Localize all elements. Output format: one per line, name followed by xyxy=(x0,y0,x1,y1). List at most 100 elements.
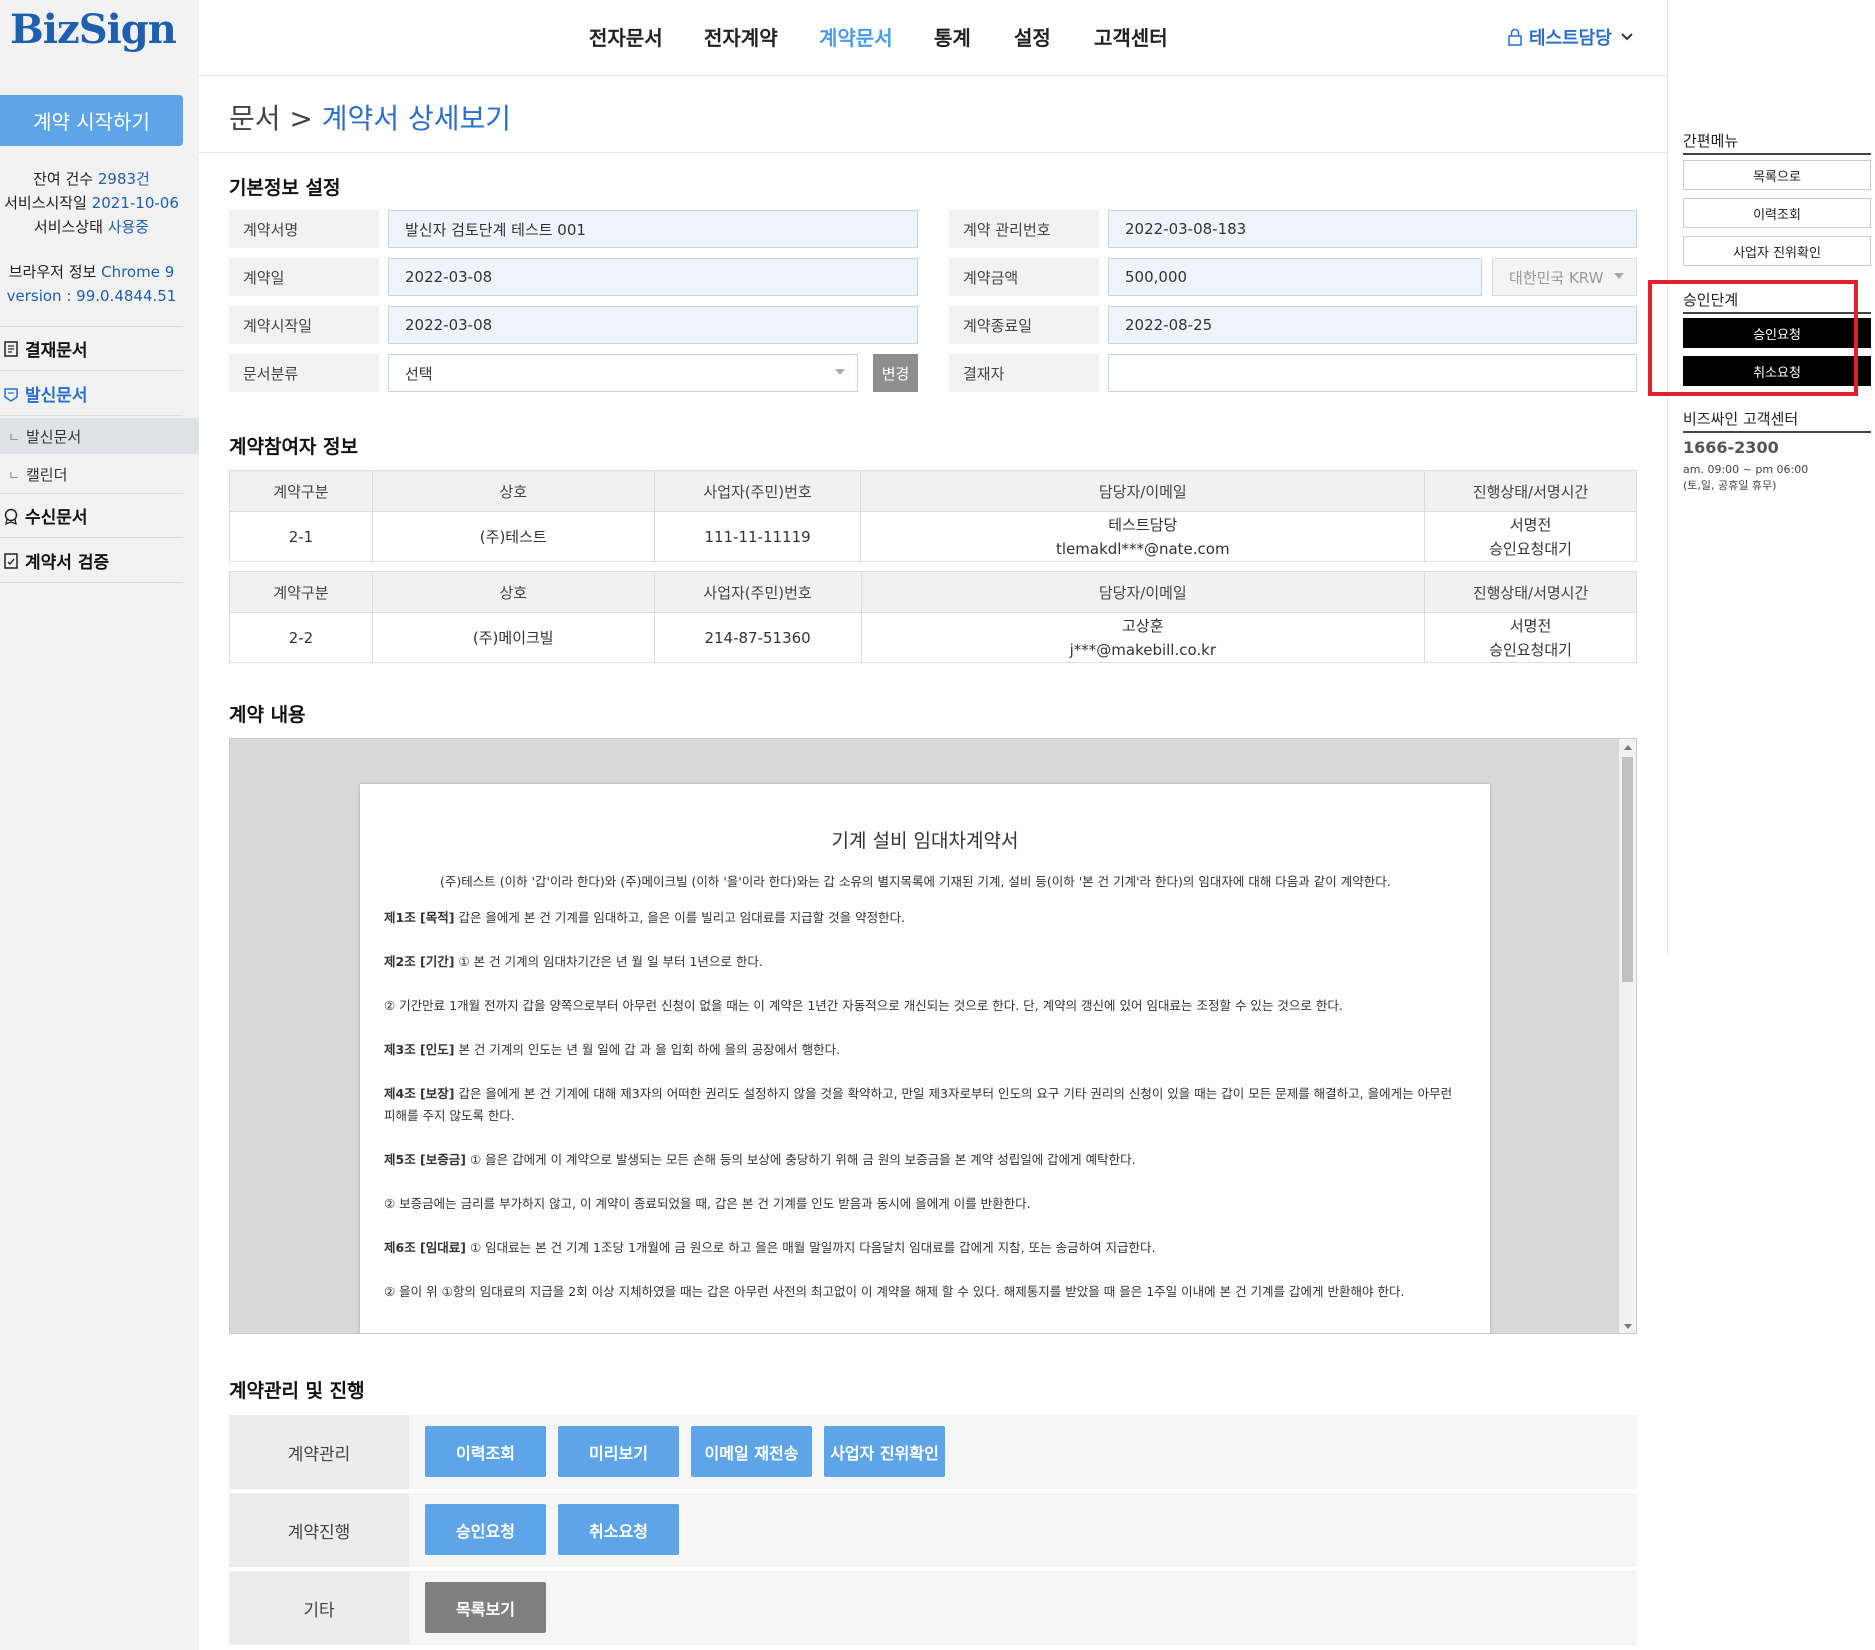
cell-status: 서명전 승인요청대기 xyxy=(1424,511,1637,562)
sidebar-item-sent-docs[interactable]: 발신문서 xyxy=(0,372,183,416)
document-scrollbar[interactable] xyxy=(1619,739,1636,1333)
article-heading: 제2조 [기간] xyxy=(384,954,455,969)
manager-name: 고상훈 xyxy=(1122,616,1164,635)
article-text: ② 보증금에는 금리를 부가하지 않고, 이 계약이 종료되었을 때, 갑은 본… xyxy=(384,1196,1031,1211)
preview-button[interactable]: 미리보기 xyxy=(558,1426,679,1477)
approval-stage-title: 승인단계 xyxy=(1683,289,1871,314)
article-text: (주)테스트 (이하 '갑'이라 한다)와 (주)메이크빌 (이하 '을'이라 … xyxy=(440,874,1391,889)
contract-date-label: 계약일 xyxy=(229,258,379,296)
approval-status: 승인요청대기 xyxy=(1489,539,1572,558)
breadcrumb-separator: > xyxy=(280,102,322,135)
quick-history-button[interactable]: 이력조회 xyxy=(1683,198,1871,228)
change-category-button[interactable]: 변경 xyxy=(873,354,918,392)
sidebar-item-label: 결재문서 xyxy=(25,341,88,361)
document-paragraph: 제3조 [인도] 본 건 기계의 인도는 년 월 일에 갑 과 을 입회 하에 … xyxy=(384,1039,1466,1061)
verify-document-icon xyxy=(0,550,22,572)
send-document-icon xyxy=(0,383,22,405)
col-manager: 담당자/이메일 xyxy=(860,470,1426,512)
quick-verify-business-button[interactable]: 사업자 진위확인 xyxy=(1683,236,1871,266)
breadcrumb-parent[interactable]: 문서 xyxy=(229,102,281,135)
category-select[interactable]: 선택 xyxy=(388,354,858,392)
document-viewer[interactable]: 기계 설비 임대차계약서 (주)테스트 (이하 '갑'이라 한다)와 (주)메이… xyxy=(229,738,1637,1334)
sidebar-item-approval-docs[interactable]: 결재문서 xyxy=(0,327,183,371)
sidebar-sub-calendar[interactable]: ㄴ 캘린더 xyxy=(0,456,199,492)
currency-select[interactable]: 대한민국 KRW xyxy=(1492,258,1637,296)
contract-date-input[interactable]: 2022-03-08 xyxy=(388,258,918,296)
sidebar-item-received-docs[interactable]: 수신문서 xyxy=(0,494,183,538)
nav-customer-center[interactable]: 고객센터 xyxy=(1094,22,1168,51)
quick-request-cancel-button[interactable]: 취소요청 xyxy=(1683,356,1871,386)
cell-biz-no: 214-87-51360 xyxy=(653,612,862,663)
quick-request-approval-button[interactable]: 승인요청 xyxy=(1683,318,1871,348)
approver-label: 결재자 xyxy=(949,354,1099,392)
lock-icon xyxy=(1508,28,1522,46)
nav-electronic-contract[interactable]: 전자계약 xyxy=(704,22,778,51)
bizsign-logo[interactable]: BizSign xyxy=(10,6,177,53)
manager-email: tlemakdl***@nate.com xyxy=(1056,539,1230,558)
scrollbar-thumb[interactable] xyxy=(1622,757,1633,982)
quick-back-to-list-button[interactable]: 목록으로 xyxy=(1683,160,1871,190)
contract-name-input[interactable]: 발신자 검토단계 테스트 001 xyxy=(388,210,918,248)
amount-input[interactable]: 500,000 xyxy=(1108,258,1482,296)
chevron-down-icon xyxy=(1614,273,1624,279)
sidebar-item-verify-contract[interactable]: 계약서 검증 xyxy=(0,539,183,583)
document-paragraph: ② 기간만료 1개월 전까지 갑을 양쪽으로부터 아무런 신청이 없을 때는 이… xyxy=(384,995,1466,1017)
request-approval-button[interactable]: 승인요청 xyxy=(425,1504,546,1555)
manage-label: 계약관리 xyxy=(229,1415,409,1489)
cell-manager: 고상훈 j***@makebill.co.kr xyxy=(860,612,1426,663)
history-button[interactable]: 이력조회 xyxy=(425,1426,546,1477)
start-contract-button[interactable]: 계약 시작하기 xyxy=(0,95,183,146)
approver-input[interactable] xyxy=(1108,354,1637,392)
user-name: 테스트담당 xyxy=(1529,28,1612,49)
user-menu[interactable]: 테스트담당 xyxy=(1507,24,1640,50)
browser-info: 브라우저 정보 Chrome 9 version : 99.0.4844.51 xyxy=(0,260,183,308)
table-row: 2-2 (주)메이크빌 214-87-51360 고상훈 j***@makebil… xyxy=(229,612,1637,663)
cell-type: 2-2 xyxy=(229,612,373,663)
management-row-manage: 계약관리 이력조회 미리보기 이메일 재전송 사업자 진위확인 xyxy=(229,1415,1637,1489)
mgmt-no-input[interactable]: 2022-03-08-183 xyxy=(1108,210,1637,248)
article-text: 갑은 을에게 본 건 기계를 임대하고, 을은 이를 빌리고 임대료를 지급할 … xyxy=(454,910,906,925)
etc-label: 기타 xyxy=(229,1571,409,1645)
verify-business-button[interactable]: 사업자 진위확인 xyxy=(824,1426,945,1477)
management-row-etc: 기타 목록보기 xyxy=(229,1571,1637,1645)
nav-contract-docs[interactable]: 계약문서 xyxy=(819,22,893,51)
cell-type: 2-1 xyxy=(229,511,373,562)
browser-value: Chrome 9 xyxy=(101,263,175,281)
article-text: ② 을이 위 ①항의 임대료의 지급을 2회 이상 지체하였을 때는 갑은 아무… xyxy=(384,1284,1405,1299)
request-cancel-button[interactable]: 취소요청 xyxy=(558,1504,679,1555)
progress-label: 계약진행 xyxy=(229,1493,409,1567)
cell-company: (주)테스트 xyxy=(371,511,655,562)
scroll-down-icon[interactable] xyxy=(1624,1324,1632,1329)
scroll-up-icon[interactable] xyxy=(1624,745,1632,750)
resend-email-button[interactable]: 이메일 재전송 xyxy=(691,1426,812,1477)
nav-statistics[interactable]: 통계 xyxy=(934,22,971,51)
contract-content-title: 계약 내용 xyxy=(229,704,306,726)
end-date-input[interactable]: 2022-08-25 xyxy=(1108,306,1637,344)
sidebar-sub-sent-docs[interactable]: ㄴ 발신문서 xyxy=(0,418,199,454)
top-navigation: 전자문서 전자계약 계약문서 통계 설정 고객센터 테스트담당 xyxy=(199,0,1667,76)
start-date-input[interactable]: 2022-03-08 xyxy=(388,306,918,344)
col-company: 상호 xyxy=(371,470,655,512)
breadcrumb-current: 계약서 상세보기 xyxy=(321,102,512,135)
chevron-down-icon xyxy=(1621,33,1633,41)
col-status: 진행상태/서명시간 xyxy=(1424,470,1637,512)
article-text: ① 본 건 기계의 임대차기간은 년 월 일 부터 1년으로 한다. xyxy=(454,954,763,969)
nav-settings[interactable]: 설정 xyxy=(1014,22,1051,51)
article-text: 갑은 을에게 본 건 기계에 대해 제3자의 어떠한 권리도 설정하지 않을 것… xyxy=(384,1086,1453,1123)
list-view-button[interactable]: 목록보기 xyxy=(425,1582,546,1633)
remaining-value: 2983건 xyxy=(97,170,150,188)
cell-manager: 테스트담당 tlemakdl***@nate.com xyxy=(860,511,1426,562)
service-start-label: 서비스시작일 xyxy=(4,194,87,212)
management-row-progress: 계약진행 승인요청 취소요청 xyxy=(229,1493,1637,1567)
approval-status: 승인요청대기 xyxy=(1489,640,1572,659)
document-paragraph: ② 보증금에는 금리를 부가하지 않고, 이 계약이 종료되었을 때, 갑은 본… xyxy=(384,1193,1466,1215)
nav-electronic-docs[interactable]: 전자문서 xyxy=(589,22,663,51)
document-paragraph: 제5조 [보증금] ① 을은 갑에게 이 계약으로 발생되는 모든 손해 등의 … xyxy=(384,1149,1466,1171)
sub-prefix: ㄴ xyxy=(8,468,20,484)
breadcrumb: 문서 > 계약서 상세보기 xyxy=(229,97,511,137)
category-label: 문서분류 xyxy=(229,354,379,392)
cell-company: (주)메이크빌 xyxy=(371,612,655,663)
mgmt-no-label: 계약 관리번호 xyxy=(949,210,1099,248)
cell-status: 서명전 승인요청대기 xyxy=(1424,612,1637,663)
col-biz-no: 사업자(주민)번호 xyxy=(653,470,862,512)
